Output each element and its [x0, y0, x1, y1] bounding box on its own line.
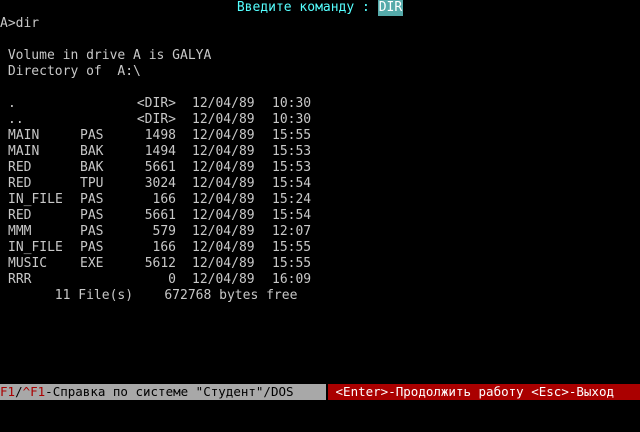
file-size: 579: [152, 224, 176, 239]
file-name: .: [8, 96, 16, 111]
file-time: 12:07: [272, 224, 312, 239]
file-name: MAIN: [8, 128, 40, 143]
listing-row: RED BAK 5661 12/04/89 15:53: [0, 160, 640, 176]
file-time: 15:55: [272, 256, 312, 271]
listing-row: . <DIR> 12/04/89 10:30: [0, 96, 640, 112]
file-date: 12/04/89: [192, 272, 255, 287]
file-date: 12/04/89: [192, 208, 255, 223]
file-size: 5661: [144, 208, 176, 223]
file-extension: PAS: [80, 240, 104, 255]
file-time: 15:24: [272, 192, 312, 207]
console-command-line: A>dir: [0, 16, 40, 31]
listing-summary: 11 File(s) 672768 bytes free: [0, 288, 298, 303]
file-date: 12/04/89: [192, 224, 255, 239]
file-date: 12/04/89: [192, 240, 255, 255]
file-time: 15:55: [272, 128, 312, 143]
file-size: 0: [168, 272, 176, 287]
directory-line: Directory of A:\: [0, 64, 141, 79]
file-size: 5612: [144, 256, 176, 271]
file-extension: TPU: [80, 176, 104, 191]
status-bar: F1/^F1-Справка по системе "Студент"/DOS …: [0, 384, 640, 400]
help-hint[interactable]: F1/^F1-Справка по системе "Студент"/DOS: [0, 384, 326, 400]
file-date: 12/04/89: [192, 176, 255, 191]
file-name: RED: [8, 176, 32, 191]
listing-row: RED TPU 3024 12/04/89 15:54: [0, 176, 640, 192]
file-time: 15:53: [272, 144, 312, 159]
help-key-separator: /: [15, 384, 23, 399]
listing-row: RRR 0 12/04/89 16:09: [0, 272, 640, 288]
file-extension: PAS: [80, 224, 104, 239]
continue-text: -Продолжить работу: [388, 384, 532, 399]
volume-label-line: Volume in drive A is GALYA: [0, 48, 212, 63]
listing-row: RED PAS 5661 12/04/89 15:54: [0, 208, 640, 224]
file-size: 3024: [144, 176, 176, 191]
file-name: MAIN: [8, 144, 40, 159]
file-name: IN_FILE: [8, 240, 63, 255]
file-date: 12/04/89: [192, 128, 255, 143]
file-size: 1494: [144, 144, 176, 159]
help-key-f1[interactable]: F1: [0, 384, 15, 399]
file-name: ..: [8, 112, 24, 127]
continue-key[interactable]: <Enter>: [336, 384, 389, 399]
file-time: 15:55: [272, 240, 312, 255]
file-time: 15:54: [272, 208, 312, 223]
exit-key[interactable]: <Esc>: [531, 384, 569, 399]
file-size: 1498: [144, 128, 176, 143]
file-name: IN_FILE: [8, 192, 63, 207]
file-date: 12/04/89: [192, 112, 255, 127]
file-time: 15:53: [272, 160, 312, 175]
file-size: 166: [152, 192, 176, 207]
file-extension: PAS: [80, 192, 104, 207]
file-time: 15:54: [272, 176, 312, 191]
file-extension: PAS: [80, 128, 104, 143]
listing-row: .. <DIR> 12/04/89 10:30: [0, 112, 640, 128]
file-name: MMM: [8, 224, 32, 239]
file-name: RRR: [8, 272, 32, 287]
command-prompt-label: Введите команду :: [236, 0, 370, 15]
listing-row: MUSIC EXE 5612 12/04/89 15:55: [0, 256, 640, 272]
exit-text: -Выход: [568, 384, 615, 399]
file-name: MUSIC: [8, 256, 48, 271]
file-size: 5661: [144, 160, 176, 175]
command-input[interactable]: DIR: [377, 0, 404, 16]
file-date: 12/04/89: [192, 160, 255, 175]
file-extension: BAK: [80, 144, 104, 159]
listing-row: MAIN PAS 1498 12/04/89 15:55: [0, 128, 640, 144]
file-size: 166: [152, 240, 176, 255]
file-extension: EXE: [80, 256, 104, 271]
file-size: <DIR>: [136, 112, 176, 127]
file-date: 12/04/89: [192, 256, 255, 271]
file-date: 12/04/89: [192, 96, 255, 111]
help-key-ctrl-f1[interactable]: ^F1: [23, 384, 46, 399]
file-name: RED: [8, 160, 32, 175]
listing-row: IN_FILE PAS 166 12/04/89 15:55: [0, 240, 640, 256]
help-hint-text: -Справка по системе "Студент"/DOS: [45, 384, 294, 399]
listing-row: IN_FILE PAS 166 12/04/89 15:24: [0, 192, 640, 208]
command-prompt-bar: Введите команду : DIR: [0, 0, 640, 16]
file-time: 10:30: [272, 112, 312, 127]
file-size: <DIR>: [136, 96, 176, 111]
file-time: 16:09: [272, 272, 312, 287]
command-input-value: DIR: [378, 0, 403, 15]
file-time: 10:30: [272, 96, 312, 111]
listing-row: MMM PAS 579 12/04/89 12:07: [0, 224, 640, 240]
file-date: 12/04/89: [192, 144, 255, 159]
listing-row: MAIN BAK 1494 12/04/89 15:53: [0, 144, 640, 160]
file-date: 12/04/89: [192, 192, 255, 207]
continue-exit-hint: <Enter>-Продолжить работу <Esc>-Выход: [328, 384, 640, 400]
file-extension: PAS: [80, 208, 104, 223]
file-name: RED: [8, 208, 32, 223]
file-extension: BAK: [80, 160, 104, 175]
